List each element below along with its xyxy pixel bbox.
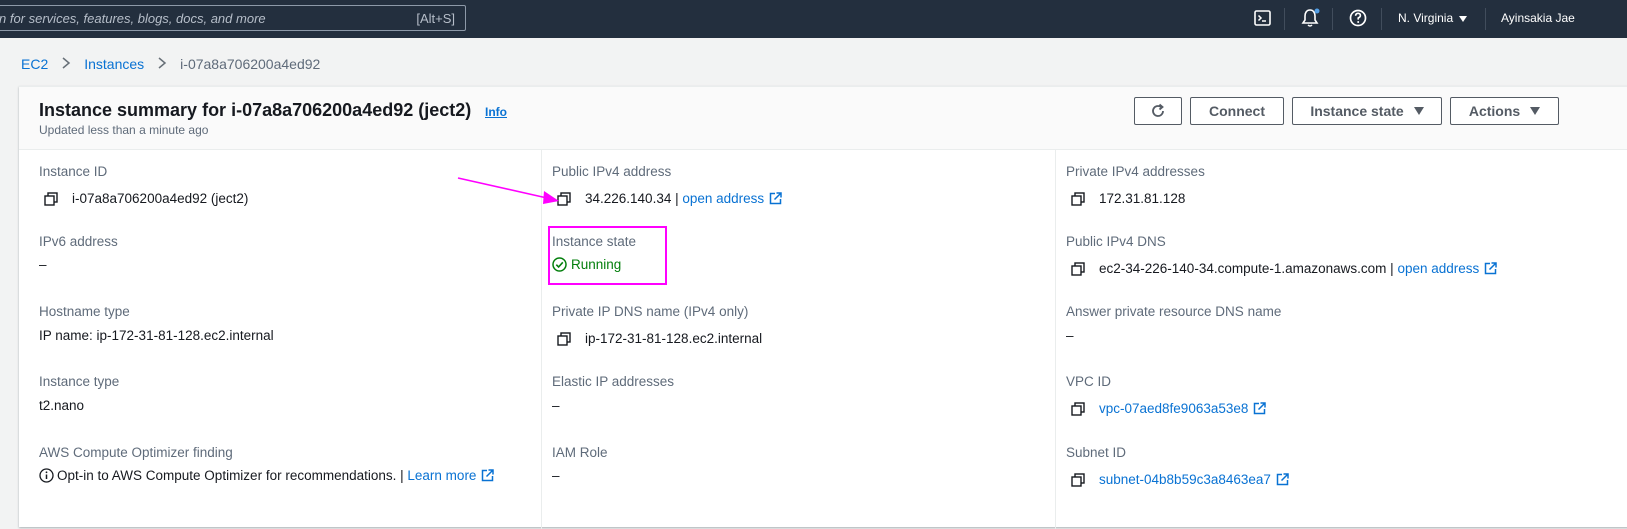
subnet-id-link[interactable]: subnet-04b8b59c3a8463ea7 (1099, 472, 1271, 487)
compute-optimizer-text: Opt-in to AWS Compute Optimizer for reco… (57, 468, 404, 483)
info-link[interactable]: Info (485, 105, 507, 119)
instance-summary-panel: Instance summary for i-07a8a706200a4ed92… (19, 86, 1627, 529)
topbar-divider (1284, 8, 1285, 30)
highlight-box-annotation (548, 226, 667, 285)
public-ipv4-text: 34.226.140.34 | (585, 191, 679, 206)
external-link-icon (769, 192, 782, 205)
copy-icon[interactable] (44, 191, 58, 206)
column-divider (1055, 149, 1056, 529)
vpc-id-value: vpc-07aed8fe9063a53e8 (1071, 401, 1267, 416)
copy-icon[interactable] (1071, 191, 1085, 206)
help-icon[interactable] (1347, 7, 1369, 29)
chevron-right-icon (154, 56, 170, 72)
copy-icon[interactable] (1071, 401, 1085, 416)
region-label: N. Virginia (1398, 11, 1454, 25)
chevron-right-icon (58, 56, 74, 72)
caret-down-icon (1530, 107, 1541, 115)
instance-type-label: Instance type (39, 374, 120, 389)
subnet-id-label: Subnet ID (1066, 445, 1127, 460)
breadcrumb-instances[interactable]: Instances (84, 56, 144, 72)
connect-button[interactable]: Connect (1190, 97, 1284, 125)
annotation-arrow (457, 177, 559, 204)
instance-type-value: t2.nano (39, 398, 85, 413)
public-dns-value: ec2-34-226-140-34.compute-1.amazonaws.co… (1071, 261, 1497, 276)
breadcrumb-ec2[interactable]: EC2 (21, 56, 48, 72)
refresh-icon (1152, 103, 1164, 117)
external-link-icon (1485, 262, 1497, 275)
vpc-id-link[interactable]: vpc-07aed8fe9063a53e8 (1099, 401, 1248, 416)
vpc-id-label: VPC ID (1066, 374, 1112, 389)
external-link-icon (482, 469, 495, 482)
cloudshell-icon[interactable] (1252, 7, 1274, 29)
breadcrumb: EC2 Instances i-07a8a706200a4ed92 (21, 56, 320, 72)
refresh-button[interactable] (1134, 97, 1182, 125)
private-ipv4-value: 172.31.81.128 (1071, 191, 1185, 206)
hostname-type-label: Hostname type (39, 304, 130, 319)
topbar-divider (1332, 8, 1333, 30)
private-ipv4-text: 172.31.81.128 (1099, 191, 1186, 206)
top-nav-bar: n for services, features, blogs, docs, a… (0, 0, 1627, 38)
external-link-icon (1276, 473, 1289, 486)
search-input[interactable]: n for services, features, blogs, docs, a… (0, 5, 466, 31)
private-resource-dns-label: Answer private resource DNS name (1066, 304, 1282, 319)
elastic-ip-label: Elastic IP addresses (552, 374, 675, 389)
instance-id-label: Instance ID (39, 164, 108, 179)
info-circle-icon (39, 468, 54, 483)
public-dns-text: ec2-34-226-140-34.compute-1.amazonaws.co… (1099, 261, 1394, 276)
instance-state-label: Instance state (1310, 103, 1404, 119)
iam-role-value: – (552, 468, 560, 483)
elastic-ip-value: – (552, 398, 560, 413)
learn-more-link[interactable]: Learn more (407, 468, 476, 483)
topbar-divider (1381, 8, 1382, 30)
compute-optimizer-value: Opt-in to AWS Compute Optimizer for reco… (39, 468, 495, 483)
private-ipv4-label: Private IPv4 addresses (1066, 164, 1205, 179)
updated-timestamp: Updated less than a minute ago (39, 123, 209, 137)
page-title: Instance summary for i-07a8a706200a4ed92… (39, 100, 472, 120)
actions-button[interactable]: Actions (1450, 97, 1559, 125)
instance-state-button[interactable]: Instance state (1292, 97, 1442, 125)
caret-down-icon (1459, 15, 1468, 22)
topbar-divider (1485, 8, 1486, 30)
compute-optimizer-label: AWS Compute Optimizer finding (39, 445, 233, 460)
open-address-link[interactable]: open address (682, 191, 764, 206)
ipv6-label: IPv6 address (39, 234, 118, 249)
private-dns-value: ip-172-31-81-128.ec2.internal (557, 331, 762, 346)
external-link-icon (1254, 402, 1267, 415)
search-shortcut: [Alt+S] (416, 11, 455, 26)
panel-header: Instance summary for i-07a8a706200a4ed92… (19, 87, 1627, 150)
private-dns-text: ip-172-31-81-128.ec2.internal (585, 331, 763, 346)
private-dns-label: Private IP DNS name (IPv4 only) (552, 304, 749, 319)
actions-label: Actions (1468, 103, 1521, 119)
public-dns-label: Public IPv4 DNS (1066, 234, 1166, 249)
instance-id-value: i-07a8a706200a4ed92 (ject2) (44, 191, 248, 206)
instance-id-text: i-07a8a706200a4ed92 (ject2) (72, 191, 249, 206)
region-selector[interactable]: N. Virginia (1398, 11, 1468, 25)
copy-icon[interactable] (1071, 472, 1085, 487)
iam-role-label: IAM Role (552, 445, 608, 460)
public-ipv4-label: Public IPv4 address (552, 164, 672, 179)
notifications-bell-icon[interactable] (1299, 7, 1321, 29)
search-placeholder: n for services, features, blogs, docs, a… (0, 11, 266, 26)
caret-down-icon (1413, 107, 1424, 115)
private-resource-dns-value: – (1066, 328, 1074, 343)
open-address-link[interactable]: open address (1397, 261, 1479, 276)
public-ipv4-value: 34.226.140.34 | open address (557, 191, 782, 206)
breadcrumb-current: i-07a8a706200a4ed92 (180, 56, 321, 72)
copy-icon[interactable] (1071, 261, 1085, 276)
hostname-type-value: IP name: ip-172-31-81-128.ec2.internal (39, 328, 274, 343)
account-menu[interactable]: Ayinsakia Jae (1501, 11, 1575, 25)
copy-icon[interactable] (557, 331, 571, 346)
subnet-id-value: subnet-04b8b59c3a8463ea7 (1071, 472, 1289, 487)
ipv6-value: – (39, 257, 47, 272)
